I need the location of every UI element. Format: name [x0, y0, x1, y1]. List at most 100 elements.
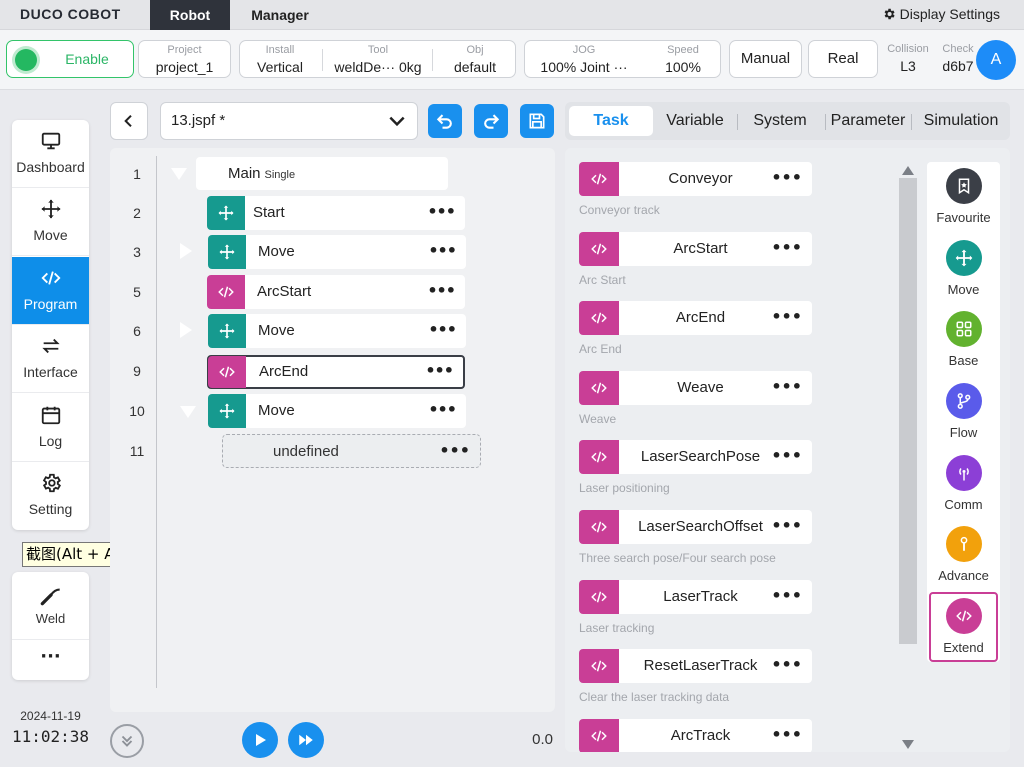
weld-torch-icon	[40, 588, 60, 606]
code-icon	[591, 312, 607, 324]
command-lasersearchoffset[interactable]: LaserSearchOffset •••	[579, 510, 812, 544]
more-menu-icon[interactable]: •••	[771, 586, 802, 605]
category-move[interactable]: Move	[929, 234, 998, 304]
gear-icon	[884, 8, 895, 20]
category-label: Comm	[944, 497, 983, 512]
command-label: LaserSearchOffset	[638, 518, 763, 535]
tab-simulation[interactable]: Simulation	[915, 106, 1007, 136]
command-conveyor[interactable]: Conveyor •••	[579, 162, 812, 196]
scroll-down-arrow[interactable]	[902, 740, 914, 749]
command-arcstart[interactable]: ArcStart •••	[579, 232, 812, 266]
back-button[interactable]	[110, 102, 148, 140]
category-extend[interactable]: Extend	[929, 592, 998, 662]
more-menu-icon[interactable]: •••	[771, 446, 802, 465]
tree-node-move[interactable]: Move •••	[208, 235, 466, 269]
sidebar-item-setting[interactable]: Setting	[12, 462, 89, 530]
sidebar-item-interface[interactable]: Interface	[12, 325, 89, 393]
category-flow[interactable]: Flow	[929, 377, 998, 447]
main-node[interactable]: Main Single	[196, 157, 448, 190]
step-down-button[interactable]	[110, 724, 144, 758]
manual-mode-button[interactable]: Manual	[729, 40, 802, 78]
collapse-caret[interactable]	[171, 168, 187, 180]
tree-node-move[interactable]: Move •••	[208, 314, 466, 348]
scrollbar[interactable]	[899, 178, 917, 644]
undo-button[interactable]	[428, 104, 462, 138]
project-box[interactable]: Project project_1	[138, 40, 231, 78]
tree-node-undefined[interactable]: undefined •••	[222, 434, 481, 468]
command-lasertrack[interactable]: LaserTrack •••	[579, 580, 812, 614]
more-menu-icon[interactable]: •••	[428, 320, 457, 339]
real-mode-button[interactable]: Real	[808, 40, 878, 78]
scroll-up-arrow[interactable]	[902, 166, 914, 175]
file-select[interactable]: 13.jspf *	[160, 102, 418, 140]
main-label: Main	[228, 165, 261, 182]
enable-button[interactable]: Enable	[6, 40, 134, 78]
tool-weight: 0kg	[399, 59, 422, 75]
avatar[interactable]: A	[976, 40, 1016, 80]
install-value: Vertical	[257, 59, 303, 75]
install-tool-obj-box[interactable]: Install Vertical Tool weldDe··· 0kg Obj …	[239, 40, 516, 78]
command-arcend[interactable]: ArcEnd •••	[579, 301, 812, 335]
more-menu-icon[interactable]: •••	[771, 655, 802, 674]
line-number: 5	[133, 284, 141, 300]
sidebar: Dashboard Move Program Interface Log Set…	[12, 120, 89, 530]
enable-label: Enable	[65, 51, 109, 67]
category-base[interactable]: Base	[929, 305, 998, 375]
save-button[interactable]	[520, 104, 554, 138]
more-menu-icon[interactable]: •••	[439, 441, 470, 460]
more-menu-icon[interactable]: •••	[425, 361, 454, 380]
expand-caret[interactable]	[180, 322, 192, 338]
command-lasersearchpose[interactable]: LaserSearchPose •••	[579, 440, 812, 474]
more-menu-icon[interactable]: •••	[427, 281, 456, 300]
command-description: Laser tracking	[579, 621, 655, 635]
sidebar-item-move[interactable]: Move	[12, 188, 89, 256]
redo-button[interactable]	[474, 104, 508, 138]
display-settings-button[interactable]: Display Settings	[882, 6, 1000, 22]
play-button[interactable]	[242, 722, 278, 758]
more-menu-icon[interactable]: •••	[771, 377, 802, 396]
tree-node-arcstart[interactable]: ArcStart •••	[207, 275, 465, 309]
tree-node-start[interactable]: Start •••	[207, 196, 465, 230]
command-weave[interactable]: Weave •••	[579, 371, 812, 405]
expand-caret[interactable]	[180, 243, 192, 259]
check-value: d6b7	[942, 58, 974, 74]
move-icon	[218, 205, 234, 221]
tab-manager[interactable]: Manager	[240, 0, 320, 30]
sidebar-item-dashboard[interactable]: Dashboard	[12, 120, 89, 188]
tab-robot[interactable]: Robot	[150, 0, 230, 30]
command-resetlasertrack[interactable]: ResetLaserTrack •••	[579, 649, 812, 683]
category-comm[interactable]: Comm	[929, 449, 998, 519]
command-panel: Conveyor ••• Conveyor track ArcStart •••…	[565, 148, 1010, 752]
more-menu-icon[interactable]: •••	[771, 725, 802, 744]
sidebar-item-weld[interactable]: Weld	[12, 572, 89, 640]
category-advance[interactable]: Advance	[929, 520, 998, 590]
sidebar-item-log[interactable]: Log	[12, 394, 89, 462]
antenna-icon	[959, 468, 969, 481]
tree-node-arcend-selected[interactable]: ArcEnd •••	[207, 355, 465, 389]
sidebar-item-label: Move	[33, 227, 68, 243]
fast-forward-button[interactable]	[288, 722, 324, 758]
line-number: 10	[129, 403, 145, 419]
collapse-caret[interactable]	[180, 406, 196, 418]
more-menu-icon[interactable]: •••	[771, 516, 802, 535]
more-button[interactable]: ···	[12, 642, 89, 678]
move-icon	[219, 323, 235, 339]
tab-system[interactable]: System	[741, 106, 819, 136]
more-menu-icon[interactable]: •••	[427, 202, 456, 221]
jog-speed-box[interactable]: JOG 100% Joint ··· Speed 100%	[524, 40, 721, 78]
more-menu-icon[interactable]: •••	[771, 238, 802, 257]
more-menu-icon[interactable]: •••	[771, 168, 802, 187]
tab-task[interactable]: Task	[569, 106, 653, 136]
more-menu-icon[interactable]: •••	[428, 241, 457, 260]
sidebar-item-program[interactable]: Program	[12, 257, 89, 325]
sidebar-secondary: Weld ···	[12, 572, 89, 680]
tab-parameter[interactable]: Parameter	[827, 106, 909, 136]
more-menu-icon[interactable]: •••	[428, 400, 457, 419]
tab-variable[interactable]: Variable	[657, 106, 733, 136]
code-icon	[219, 366, 235, 378]
divider	[825, 114, 826, 130]
category-favourite[interactable]: Favourite	[929, 162, 998, 232]
more-menu-icon[interactable]: •••	[771, 307, 802, 326]
tree-node-move[interactable]: Move •••	[208, 394, 466, 428]
command-arctrack[interactable]: ArcTrack •••	[579, 719, 812, 752]
